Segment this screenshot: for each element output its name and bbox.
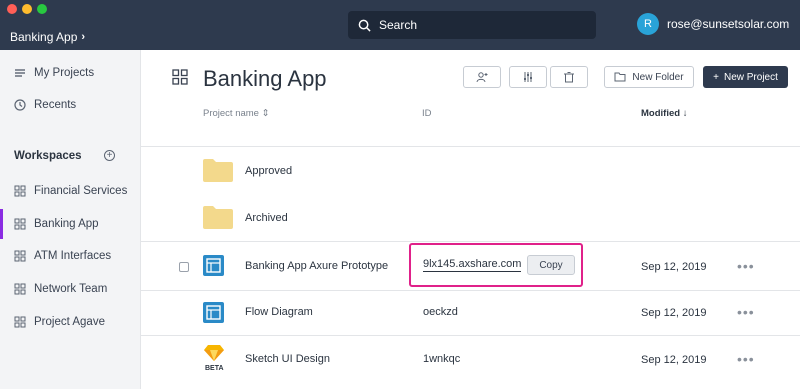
new-project-label: New Project <box>723 71 778 83</box>
modified-date: Sep 12, 2019 <box>641 354 707 366</box>
sort-icon: ⇕ <box>261 108 270 119</box>
sort-down-icon: ↓ <box>682 108 688 119</box>
sidebar-item-financial-services[interactable]: Financial Services <box>0 176 141 206</box>
divider <box>141 146 800 147</box>
column-header-id: ID <box>422 108 432 119</box>
project-id-link[interactable]: 9lx145.axshare.com <box>423 258 522 272</box>
new-folder-button[interactable]: New Folder <box>604 66 694 88</box>
sidebar-item-recents[interactable]: Recents <box>0 90 141 120</box>
plus-icon: + <box>713 71 719 83</box>
settings-button[interactable] <box>509 66 547 88</box>
project-id: 1wnkqc <box>423 353 461 365</box>
project-name[interactable]: Sketch UI Design <box>245 353 330 365</box>
axure-project-icon <box>203 255 224 276</box>
modified-date: Sep 12, 2019 <box>641 307 707 319</box>
delete-button[interactable] <box>550 66 588 88</box>
more-options-button[interactable]: ••• <box>737 304 755 320</box>
sidebar-item-label: Recents <box>34 99 77 111</box>
folder-name[interactable]: Archived <box>245 212 288 224</box>
add-workspace-icon[interactable]: + <box>104 150 115 161</box>
trash-icon <box>564 72 574 83</box>
sidebar-item-label: ATM Interfaces <box>34 250 112 262</box>
grid-icon <box>14 316 26 328</box>
sketch-icon <box>204 345 224 361</box>
breadcrumb[interactable]: Banking App › <box>10 30 85 44</box>
window-controls <box>7 4 47 14</box>
sidebar: My Projects Recents Workspaces + Financi… <box>0 50 141 389</box>
divider <box>141 335 800 336</box>
axure-project-icon <box>203 302 224 323</box>
breadcrumb-label: Banking App <box>10 30 78 44</box>
project-name[interactable]: Banking App Axure Prototype <box>245 260 388 272</box>
clock-icon <box>14 99 26 111</box>
modified-date: Sep 12, 2019 <box>641 261 707 273</box>
folder-icon <box>203 159 233 182</box>
project-id: oeckzd <box>423 306 458 318</box>
zoom-window-button[interactable] <box>37 4 47 14</box>
add-user-button[interactable] <box>463 66 501 88</box>
sidebar-item-label: My Projects <box>34 67 95 79</box>
grid-icon <box>14 283 26 295</box>
folder-icon <box>203 206 233 229</box>
more-options-button[interactable]: ••• <box>737 258 755 274</box>
minimize-window-button[interactable] <box>22 4 32 14</box>
folder-icon <box>614 72 626 82</box>
column-header-name[interactable]: Project name ⇕ <box>203 108 270 119</box>
search-icon <box>358 19 371 32</box>
search-placeholder: Search <box>379 18 418 32</box>
close-window-button[interactable] <box>7 4 17 14</box>
row-checkbox[interactable] <box>179 262 189 272</box>
list-icon <box>14 67 26 79</box>
main-content: Banking App New Folder + New Project Pro… <box>141 50 800 389</box>
divider <box>141 241 800 242</box>
folder-name[interactable]: Approved <box>245 165 292 177</box>
new-folder-label: New Folder <box>632 71 684 83</box>
sliders-icon <box>524 72 532 82</box>
avatar: R <box>637 13 659 35</box>
top-bar: Banking App › Search R rose@sunsetsolar.… <box>0 0 800 50</box>
column-header-label: Project name <box>203 108 259 119</box>
user-menu[interactable]: R rose@sunsetsolar.com ⌄ <box>637 13 800 35</box>
sidebar-item-atm-interfaces[interactable]: ATM Interfaces <box>0 241 141 271</box>
workspaces-heading: Workspaces <box>14 150 82 162</box>
page-title: Banking App <box>203 66 327 91</box>
add-user-icon <box>476 72 488 83</box>
column-header-label: Modified <box>641 108 681 119</box>
divider <box>141 290 800 291</box>
sidebar-item-label: Financial Services <box>34 185 128 197</box>
new-project-button[interactable]: + New Project <box>703 66 788 88</box>
column-header-modified[interactable]: Modified ↓ <box>641 108 687 119</box>
sidebar-item-label: Network Team <box>34 283 108 295</box>
more-options-button[interactable]: ••• <box>737 351 755 367</box>
sidebar-item-project-agave[interactable]: Project Agave <box>0 307 141 337</box>
sidebar-item-banking-app[interactable]: Banking App <box>0 209 141 239</box>
sidebar-item-label: Banking App <box>34 218 99 230</box>
sidebar-item-network-team[interactable]: Network Team <box>0 274 141 304</box>
copy-button[interactable]: Copy <box>527 255 575 275</box>
chevron-right-icon: › <box>81 31 86 43</box>
project-name[interactable]: Flow Diagram <box>245 306 313 318</box>
grid-icon <box>172 69 188 85</box>
sidebar-item-label: Project Agave <box>34 316 105 328</box>
search-input[interactable]: Search <box>348 11 596 39</box>
grid-icon <box>14 185 26 197</box>
grid-icon <box>14 218 26 230</box>
sidebar-item-my-projects[interactable]: My Projects <box>0 58 141 88</box>
user-email: rose@sunsetsolar.com <box>667 17 790 31</box>
grid-icon <box>14 250 26 262</box>
beta-badge: BETA <box>205 365 224 372</box>
